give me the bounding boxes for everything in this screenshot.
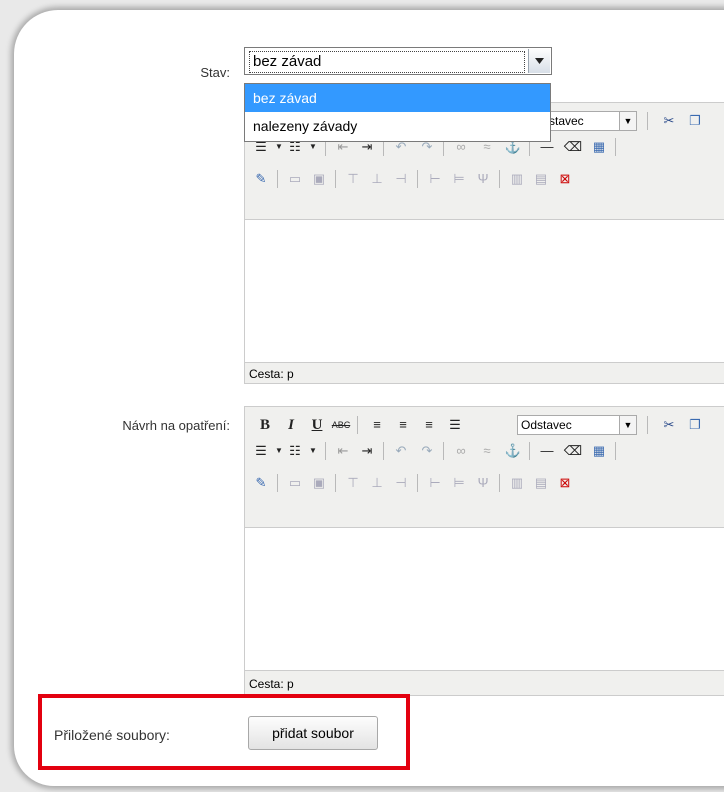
insert-row-before-icon[interactable]: ⊤ (343, 473, 363, 493)
stav-select[interactable]: bez závad (244, 47, 552, 75)
chevron-down-icon[interactable]: ▼ (619, 112, 636, 130)
stav-label: Stav: (200, 65, 230, 80)
cut-icon[interactable]: ✂ (659, 415, 679, 435)
chevron-down-icon[interactable]: ▼ (303, 441, 323, 461)
delete-table-icon[interactable]: ⊠ (555, 473, 575, 493)
cell-props-icon[interactable]: ▣ (309, 169, 329, 189)
insert-col-before-icon[interactable]: ⊢ (425, 169, 445, 189)
add-file-button[interactable]: přidat soubor (248, 716, 378, 750)
row-props-icon[interactable]: ▭ (285, 169, 305, 189)
delete-col-icon[interactable]: Ψ (473, 473, 493, 493)
chevron-down-icon[interactable] (528, 49, 550, 73)
merge-cells-icon[interactable]: ▤ (531, 473, 551, 493)
editor-1-path: Cesta: p (249, 367, 294, 381)
align-right-icon[interactable]: ≡ (419, 415, 439, 435)
insert-col-after-icon[interactable]: ⊨ (449, 169, 469, 189)
editor-2-format-value: Odstavec (521, 418, 572, 432)
editor-2: B I U ABC ≡ ≡ ≡ ☰ Odstavec ▼ ✂ ❐ ☰ ▼ ☷ ▼… (244, 406, 724, 696)
insert-row-before-icon[interactable]: ⊤ (343, 169, 363, 189)
align-justify-icon[interactable]: ☰ (445, 415, 465, 435)
form-card: Stav: bez závad bez závad nalezeny závad… (14, 10, 724, 786)
delete-col-icon[interactable]: Ψ (473, 169, 493, 189)
outdent-icon[interactable]: ⇤ (333, 441, 353, 461)
copy-icon[interactable]: ❐ (685, 415, 705, 435)
indent-icon[interactable]: ⇥ (357, 441, 377, 461)
align-left-icon[interactable]: ≡ (367, 415, 387, 435)
unlink-icon[interactable]: ≈ (477, 441, 497, 461)
row-props-icon[interactable]: ▭ (285, 473, 305, 493)
redo-icon[interactable]: ↷ (417, 441, 437, 461)
cut-icon[interactable]: ✂ (659, 111, 679, 131)
eraser-icon[interactable]: ⌫ (563, 441, 583, 461)
editor-2-toolbar-row-1: B I U ABC ≡ ≡ ≡ ☰ Odstavec ▼ ✂ ❐ (245, 407, 724, 437)
editor-2-content-area[interactable] (245, 527, 724, 671)
edit-icon[interactable]: ✎ (251, 473, 271, 493)
stav-option-nalezeny-zavady[interactable]: nalezeny závady (245, 112, 550, 140)
insert-row-after-icon[interactable]: ⊥ (367, 473, 387, 493)
edit-icon[interactable]: ✎ (251, 169, 271, 189)
underline-button[interactable]: U (307, 415, 327, 435)
editor-2-toolbar-row-3: ✎ ▭ ▣ ⊤ ⊥ ⊣ ⊢ ⊨ Ψ ▥ ▤ ⊠ (245, 467, 724, 497)
delete-table-icon[interactable]: ⊠ (555, 169, 575, 189)
merge-cells-icon[interactable]: ▤ (531, 169, 551, 189)
insert-col-after-icon[interactable]: ⊨ (449, 473, 469, 493)
bullet-list-icon[interactable]: ☰ (251, 441, 271, 461)
split-cells-icon[interactable]: ▥ (507, 169, 527, 189)
strikethrough-button[interactable]: ABC (331, 415, 351, 435)
editor-1-content-area[interactable] (245, 219, 724, 363)
editor-1-format-value: stavec (549, 114, 584, 128)
attachments-label: Přiložené soubory: (54, 727, 170, 743)
delete-row-icon[interactable]: ⊣ (391, 169, 411, 189)
table-icon[interactable]: ▦ (589, 441, 609, 461)
copy-icon[interactable]: ❐ (685, 111, 705, 131)
editor-1: stavec ▼ ✂ ❐ ☰ ▼ ☷ ▼ ⇤ ⇥ ↶ ↷ ∞ ≈ ⚓ — ⌫ ▦ (244, 102, 724, 384)
undo-icon[interactable]: ↶ (391, 441, 411, 461)
insert-row-after-icon[interactable]: ⊥ (367, 169, 387, 189)
navrh-label: Návrh na opatření: (122, 418, 230, 433)
split-cells-icon[interactable]: ▥ (507, 473, 527, 493)
bold-button[interactable]: B (255, 415, 275, 435)
numbered-list-icon[interactable]: ☷ (285, 441, 305, 461)
chevron-down-icon[interactable]: ▼ (619, 416, 636, 434)
editor-1-toolbar-row-3: ✎ ▭ ▣ ⊤ ⊥ ⊣ ⊢ ⊨ Ψ ▥ ▤ ⊠ (245, 163, 724, 193)
insert-col-before-icon[interactable]: ⊢ (425, 473, 445, 493)
cell-props-icon[interactable]: ▣ (309, 473, 329, 493)
stav-dropdown: bez závad nalezeny závady (244, 83, 551, 142)
table-icon[interactable]: ▦ (589, 137, 609, 157)
link-icon[interactable]: ∞ (451, 441, 471, 461)
eraser-icon[interactable]: ⌫ (563, 137, 583, 157)
editor-2-format-select[interactable]: Odstavec ▼ (517, 415, 637, 435)
editor-2-toolbar-row-2: ☰ ▼ ☷ ▼ ⇤ ⇥ ↶ ↷ ∞ ≈ ⚓ — ⌫ ▦ (245, 437, 724, 467)
delete-row-icon[interactable]: ⊣ (391, 473, 411, 493)
stav-option-bez-zavad[interactable]: bez závad (245, 84, 550, 112)
italic-button[interactable]: I (281, 415, 301, 435)
horizontal-rule-icon[interactable]: — (537, 441, 557, 461)
anchor-icon[interactable]: ⚓ (503, 441, 523, 461)
editor-1-format-select[interactable]: stavec ▼ (545, 111, 637, 131)
stav-select-value: bez závad (249, 51, 525, 73)
editor-2-path: Cesta: p (249, 677, 294, 691)
align-center-icon[interactable]: ≡ (393, 415, 413, 435)
